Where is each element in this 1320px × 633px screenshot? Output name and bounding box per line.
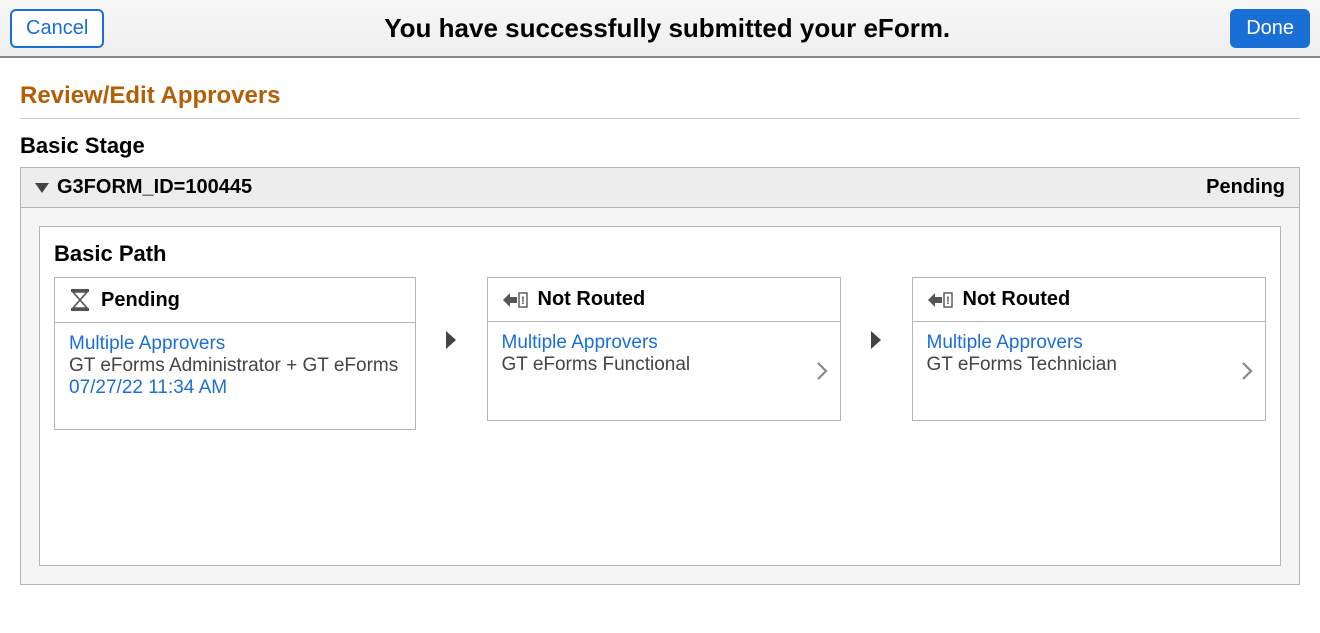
chevron-right-icon xyxy=(867,329,885,351)
stage-header-left: G3FORM_ID=100445 xyxy=(35,176,252,199)
stage-form-id: G3FORM_ID=100445 xyxy=(57,176,252,199)
step-status-label: Not Routed xyxy=(963,288,1071,311)
hourglass-icon xyxy=(69,288,91,312)
svg-text:!: ! xyxy=(946,295,950,307)
chevron-right-icon xyxy=(816,361,828,381)
stage-box: G3FORM_ID=100445 Pending Basic Path xyxy=(20,167,1300,585)
steps-row: Pending Multiple Approvers GT eForms Adm… xyxy=(54,277,1266,430)
step-header: ! Not Routed xyxy=(488,278,841,322)
step-expand-button[interactable] xyxy=(816,361,828,381)
step-status-label: Not Routed xyxy=(538,288,646,311)
path-box: Basic Path Pending xyxy=(39,226,1281,566)
chevron-right-icon xyxy=(1241,361,1253,381)
section-title: Review/Edit Approvers xyxy=(20,70,1300,119)
approval-step-card: Pending Multiple Approvers GT eForms Adm… xyxy=(54,277,416,430)
step-header: ! Not Routed xyxy=(913,278,1266,322)
step-timestamp: 07/27/22 11:34 AM xyxy=(69,377,401,399)
step-role: GT eForms Functional xyxy=(502,354,827,376)
not-routed-icon: ! xyxy=(927,289,953,311)
stage-status: Pending xyxy=(1206,176,1285,199)
top-bar: Cancel You have successfully submitted y… xyxy=(0,0,1320,58)
step-body: Multiple Approvers GT eForms Technician xyxy=(913,322,1266,420)
step-status-label: Pending xyxy=(101,289,180,312)
stage-header[interactable]: G3FORM_ID=100445 Pending xyxy=(21,168,1299,208)
chevron-right-icon xyxy=(442,329,460,351)
approvers-link[interactable]: Multiple Approvers xyxy=(69,333,401,355)
step-expand-button[interactable] xyxy=(1241,361,1253,381)
step-header: Pending xyxy=(55,278,415,323)
approval-step-card: ! Not Routed Multiple Approvers GT eForm… xyxy=(487,277,842,421)
approval-step-card: ! Not Routed Multiple Approvers GT eForm… xyxy=(912,277,1267,421)
step-body: Multiple Approvers GT eForms Administrat… xyxy=(55,323,415,429)
page-title: You have successfully submitted your eFo… xyxy=(104,13,1230,44)
step-body: Multiple Approvers GT eForms Functional xyxy=(488,322,841,420)
content-area: Review/Edit Approvers Basic Stage G3FORM… xyxy=(0,58,1320,597)
flow-arrow xyxy=(416,277,487,351)
approvers-link[interactable]: Multiple Approvers xyxy=(927,332,1252,354)
stage-title: Basic Stage xyxy=(20,119,1300,167)
path-title: Basic Path xyxy=(54,237,1266,277)
step-role: GT eForms Technician xyxy=(927,354,1252,376)
done-button[interactable]: Done xyxy=(1230,9,1310,48)
svg-text:!: ! xyxy=(521,295,525,307)
chevron-down-icon xyxy=(35,183,49,193)
step-role: GT eForms Administrator + GT eForms D xyxy=(69,355,401,377)
flow-arrow xyxy=(841,277,912,351)
cancel-button[interactable]: Cancel xyxy=(10,9,104,48)
approvers-link[interactable]: Multiple Approvers xyxy=(502,332,827,354)
not-routed-icon: ! xyxy=(502,289,528,311)
path-area: Basic Path Pending xyxy=(21,208,1299,584)
